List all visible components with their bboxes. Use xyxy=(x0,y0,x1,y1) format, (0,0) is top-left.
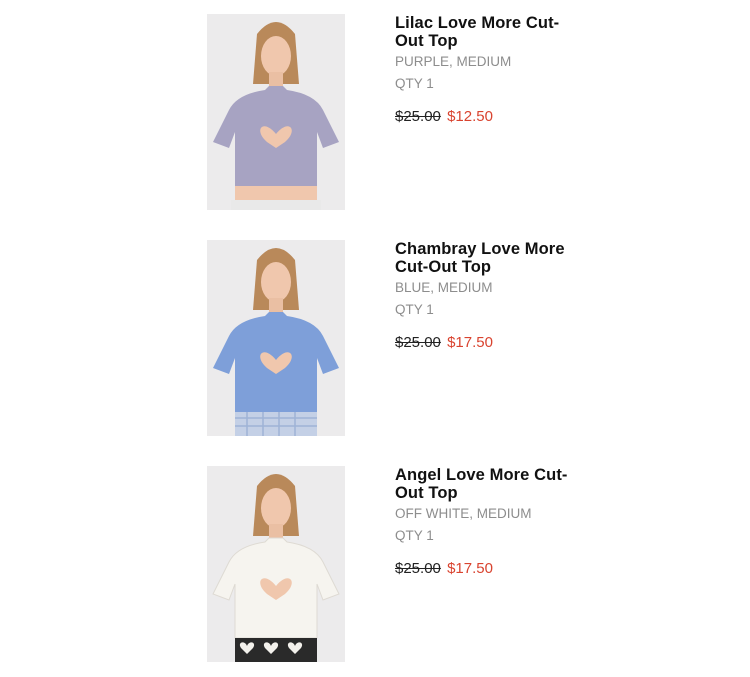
cart-item: Lilac Love More Cut-Out Top PURPLE, MEDI… xyxy=(207,14,607,210)
product-title[interactable]: Lilac Love More Cut-Out Top xyxy=(395,14,585,50)
product-variant: PURPLE, MEDIUM xyxy=(395,54,512,69)
product-variant: OFF WHITE, MEDIUM xyxy=(395,506,532,521)
price-group: $25.00 $12.50 xyxy=(395,108,585,126)
product-quantity: QTY 1 xyxy=(395,76,434,91)
product-image[interactable] xyxy=(207,14,345,210)
item-details: Chambray Love More Cut-Out Top BLUE, MED… xyxy=(395,240,585,352)
original-price: $25.00 xyxy=(395,108,441,125)
product-quantity: QTY 1 xyxy=(395,302,434,317)
product-quantity: QTY 1 xyxy=(395,528,434,543)
cart-item: Chambray Love More Cut-Out Top BLUE, MED… xyxy=(207,240,607,436)
product-photo-chambray xyxy=(207,240,345,436)
product-photo-lilac xyxy=(207,14,345,210)
product-title[interactable]: Chambray Love More Cut-Out Top xyxy=(395,240,585,276)
sale-price: $12.50 xyxy=(447,108,493,125)
product-title[interactable]: Angel Love More Cut-Out Top xyxy=(395,466,585,502)
item-details: Angel Love More Cut-Out Top OFF WHITE, M… xyxy=(395,466,585,578)
price-group: $25.00 $17.50 xyxy=(395,334,585,352)
product-image[interactable] xyxy=(207,466,345,662)
item-details: Lilac Love More Cut-Out Top PURPLE, MEDI… xyxy=(395,14,585,126)
original-price: $25.00 xyxy=(395,334,441,351)
cart-items-list: Lilac Love More Cut-Out Top PURPLE, MEDI… xyxy=(0,0,750,677)
sale-price: $17.50 xyxy=(447,334,493,351)
sale-price: $17.50 xyxy=(447,560,493,577)
original-price: $25.00 xyxy=(395,560,441,577)
product-variant: BLUE, MEDIUM xyxy=(395,280,493,295)
price-group: $25.00 $17.50 xyxy=(395,560,585,578)
cart-item: Angel Love More Cut-Out Top OFF WHITE, M… xyxy=(207,466,607,662)
product-image[interactable] xyxy=(207,240,345,436)
product-photo-angel xyxy=(207,466,345,662)
